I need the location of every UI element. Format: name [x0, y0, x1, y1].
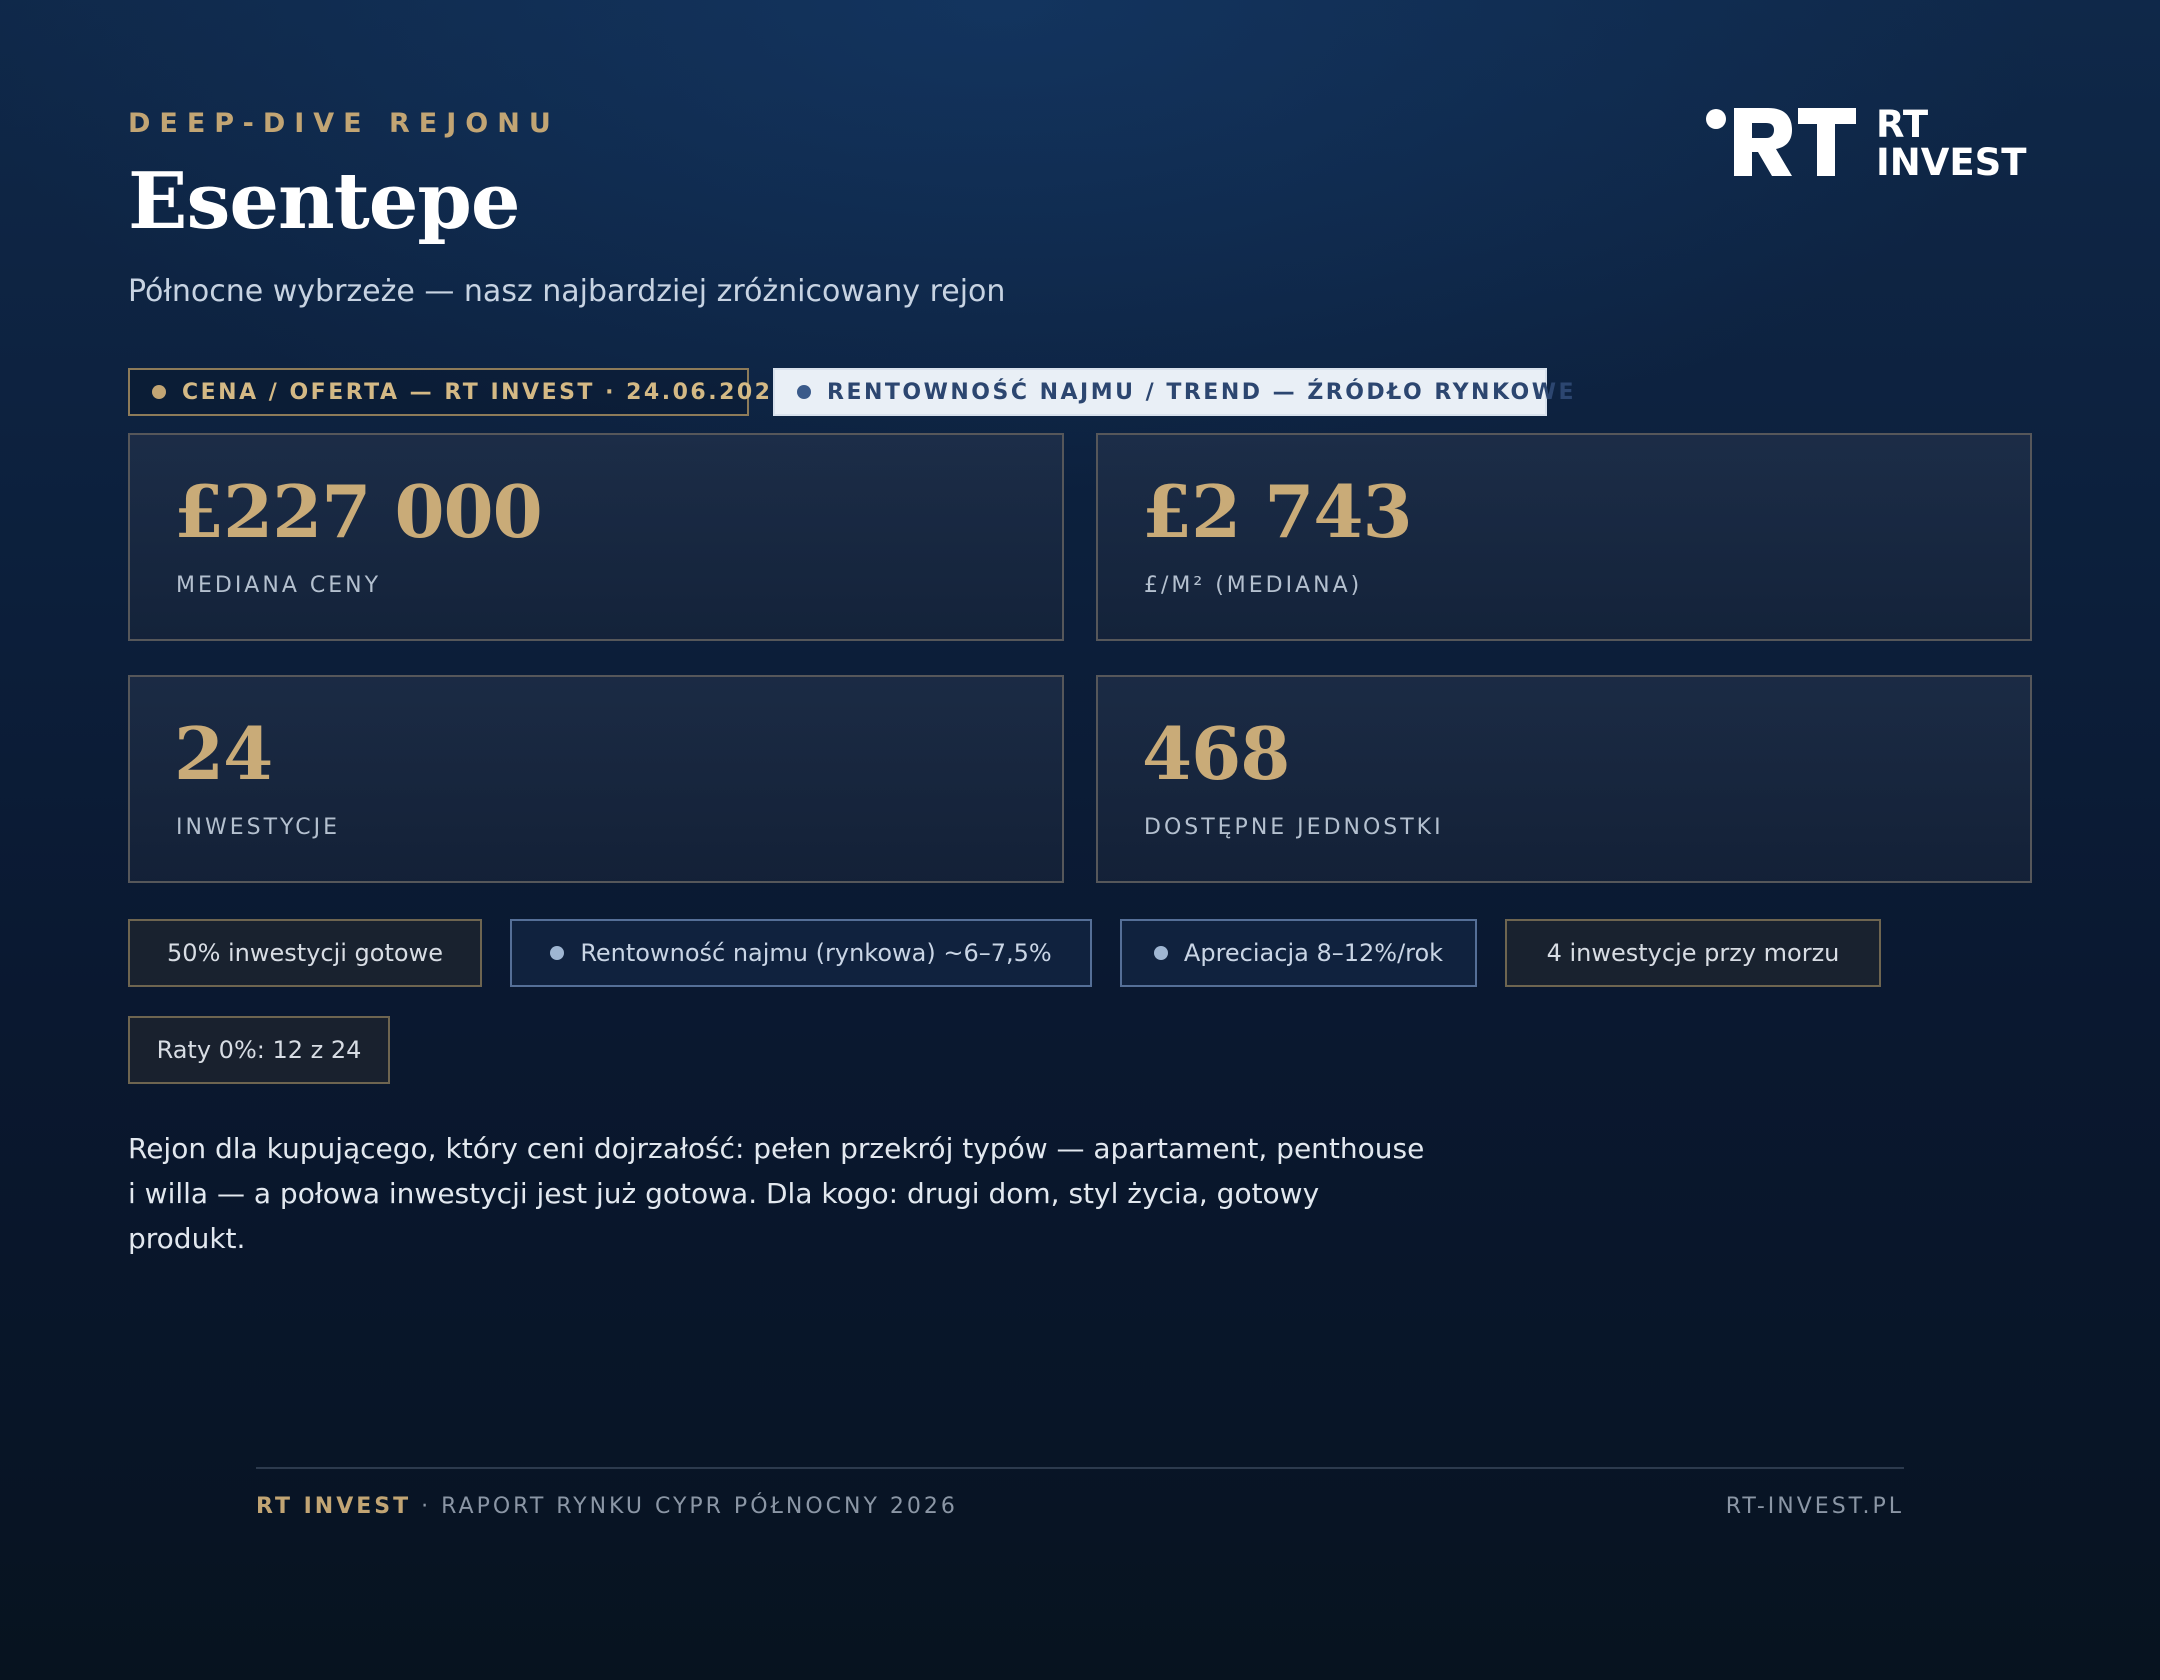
rt-monogram-icon: [1706, 108, 1856, 176]
stat-value: 468: [1142, 711, 1290, 796]
chip-installments: Raty 0%: 12 z 24: [128, 1016, 390, 1084]
bullet-dot-icon: [152, 385, 166, 399]
stat-label: £/M² (MEDIANA): [1144, 573, 1363, 598]
chip-seafront: 4 inwestycje przy morzu: [1505, 919, 1881, 987]
chip-ready-investments: 50% inwestycji gotowe: [128, 919, 482, 987]
source-tag-offer: CENA / OFERTA — RT INVEST · 24.06.2026: [128, 368, 788, 416]
stat-label: INWESTYCJE: [176, 815, 340, 840]
region-description: Rejon dla kupującego, który ceni dojrzał…: [128, 1132, 1425, 1255]
source-tag-offer-label: CENA / OFERTA — RT INVEST · 24.06.2026: [182, 379, 791, 405]
page-subtitle: Północne wybrzeże — nasz najbardziej zró…: [128, 274, 1006, 309]
footer-website: RT-INVEST.PL: [1725, 1494, 1904, 1519]
stat-card-investments: 24 INWESTYCJE: [128, 675, 1064, 883]
stat-value: £227 000: [174, 469, 543, 554]
bullet-dot-icon: [550, 946, 565, 960]
rt-invest-logo: RT INVEST: [1706, 106, 2036, 182]
stat-value: 24: [174, 711, 273, 796]
stat-card-median-price: £227 000 MEDIANA CENY: [128, 433, 1064, 641]
footer-report-title: RAPORT RYNKU CYPR PÓŁNOCNY 2026: [441, 1494, 958, 1519]
chip-label: Raty 0%: 12 z 24: [156, 1036, 362, 1064]
chip-label: 50% inwestycji gotowe: [167, 939, 443, 967]
report-page: DEEP-DIVE REJONU Esentepe Północne wybrz…: [0, 0, 2160, 1680]
source-tag-rent: RENTOWNOŚĆ NAJMU / TREND — ŹRÓDŁO RYNKOW…: [773, 368, 1574, 416]
stat-card-price-per-m2: £2 743 £/M² (MEDIANA): [1096, 433, 2032, 641]
bullet-dot-icon: [797, 385, 811, 399]
logo-line-2: INVEST: [1876, 141, 2027, 184]
chip-rental-yield: Rentowność najmu (rynkowa) ~6–7,5%: [510, 919, 1092, 987]
source-tag-rent-label: RENTOWNOŚĆ NAJMU / TREND — ŹRÓDŁO RYNKOW…: [827, 379, 1577, 405]
footer-report-info: RT INVEST · RAPORT RYNKU CYPR PÓŁNOCNY 2…: [256, 1494, 958, 1519]
page-title: Esentepe: [128, 156, 521, 247]
chip-label: 4 inwestycje przy morzu: [1546, 939, 1840, 967]
stat-label: MEDIANA CENY: [176, 573, 382, 598]
section-eyebrow: DEEP-DIVE REJONU: [128, 108, 560, 139]
bullet-dot-icon: [1153, 946, 1168, 960]
footer-divider: [256, 1467, 1904, 1469]
footer-separator: ·: [421, 1494, 432, 1519]
chip-appreciation: Apreciacja 8–12%/rok: [1120, 919, 1477, 987]
stat-card-available-units: 468 DOSTĘPNE JEDNOSTKI: [1096, 675, 2032, 883]
logo-wordmark: RT INVEST: [1876, 106, 2027, 182]
logo-line-1: RT: [1876, 103, 1929, 146]
footer-brand: RT INVEST: [256, 1494, 412, 1519]
chip-label: Apreciacja 8–12%/rok: [1183, 939, 1444, 967]
chip-label: Rentowność najmu (rynkowa) ~6–7,5%: [580, 939, 1052, 967]
stat-value: £2 743: [1142, 469, 1413, 554]
stat-label: DOSTĘPNE JEDNOSTKI: [1144, 815, 1444, 840]
